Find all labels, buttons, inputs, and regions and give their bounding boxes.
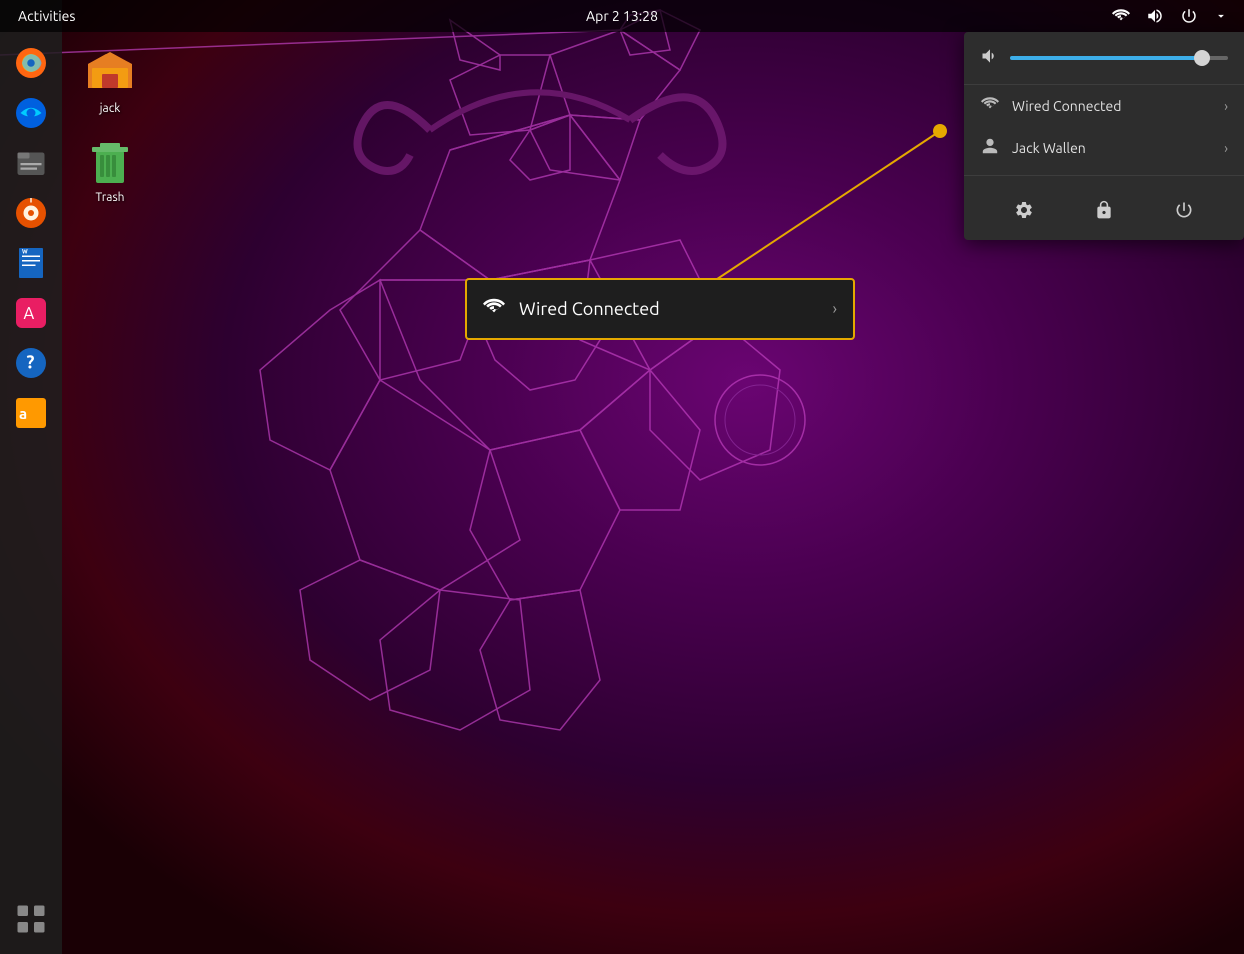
- desktop-icon-jack-label: jack: [100, 102, 121, 115]
- network-icon[interactable]: [1108, 5, 1134, 27]
- topbar-right: [1108, 5, 1232, 27]
- wired-tooltip-arrow: ›: [833, 300, 838, 318]
- desktop-icon-jack[interactable]: jack: [70, 40, 150, 121]
- svg-text:a: a: [19, 405, 27, 422]
- power-topbar-icon[interactable]: [1176, 5, 1202, 27]
- wired-tooltip-text: Wired Connected: [519, 299, 819, 319]
- volume-row: [964, 32, 1244, 85]
- dock-item-rhythmbox[interactable]: [8, 190, 54, 236]
- desktop-icon-trash[interactable]: Trash: [70, 129, 150, 210]
- desktop-icon-trash-label: Trash: [95, 191, 124, 204]
- dock-item-thunderbird[interactable]: [8, 90, 54, 136]
- wired-tooltip-icon: [483, 296, 505, 322]
- lock-action-button[interactable]: [1086, 192, 1122, 228]
- dock-item-libreoffice-writer[interactable]: W: [8, 240, 54, 286]
- volume-slider[interactable]: [1010, 56, 1228, 60]
- desktop: Activities Apr 2 13:28: [0, 0, 1244, 954]
- system-menu: Wired Connected › Jack Wallen ›: [964, 32, 1244, 240]
- desktop-icons: jack Trash: [70, 40, 150, 210]
- menu-item-wired-arrow: ›: [1224, 98, 1228, 114]
- dock-item-files[interactable]: [8, 140, 54, 186]
- power-action-button[interactable]: [1166, 192, 1202, 228]
- topbar: Activities Apr 2 13:28: [0, 0, 1244, 32]
- menu-item-wired[interactable]: Wired Connected ›: [964, 85, 1244, 127]
- topbar-clock: Apr 2 13:28: [586, 8, 658, 24]
- wired-menu-icon: [980, 95, 1000, 117]
- show-applications-button[interactable]: [8, 896, 54, 942]
- volume-thumb: [1194, 50, 1210, 66]
- menu-divider: [964, 175, 1244, 176]
- menu-item-user-label: Jack Wallen: [1012, 140, 1086, 156]
- svg-text:?: ?: [27, 352, 35, 372]
- menu-item-user[interactable]: Jack Wallen ›: [964, 127, 1244, 169]
- svg-text:W: W: [22, 248, 28, 255]
- svg-text:A: A: [24, 305, 35, 323]
- volume-topbar-icon[interactable]: [1142, 5, 1168, 27]
- activities-button[interactable]: Activities: [12, 6, 81, 26]
- dock-item-amazon[interactable]: a: [8, 390, 54, 436]
- user-menu-icon: [980, 137, 1000, 159]
- dock-item-firefox[interactable]: [8, 40, 54, 86]
- settings-action-button[interactable]: [1006, 192, 1042, 228]
- dock-item-help[interactable]: ?: [8, 340, 54, 386]
- menu-item-wired-label: Wired Connected: [1012, 98, 1121, 114]
- volume-menu-icon: [980, 46, 1000, 70]
- menu-bottom-row: [964, 182, 1244, 232]
- wired-connected-tooltip[interactable]: Wired Connected ›: [465, 278, 855, 340]
- dock: W A ? a: [0, 0, 62, 954]
- menu-item-user-arrow: ›: [1224, 140, 1228, 156]
- dock-item-software-center[interactable]: A: [8, 290, 54, 336]
- topbar-dropdown-arrow[interactable]: [1210, 7, 1232, 25]
